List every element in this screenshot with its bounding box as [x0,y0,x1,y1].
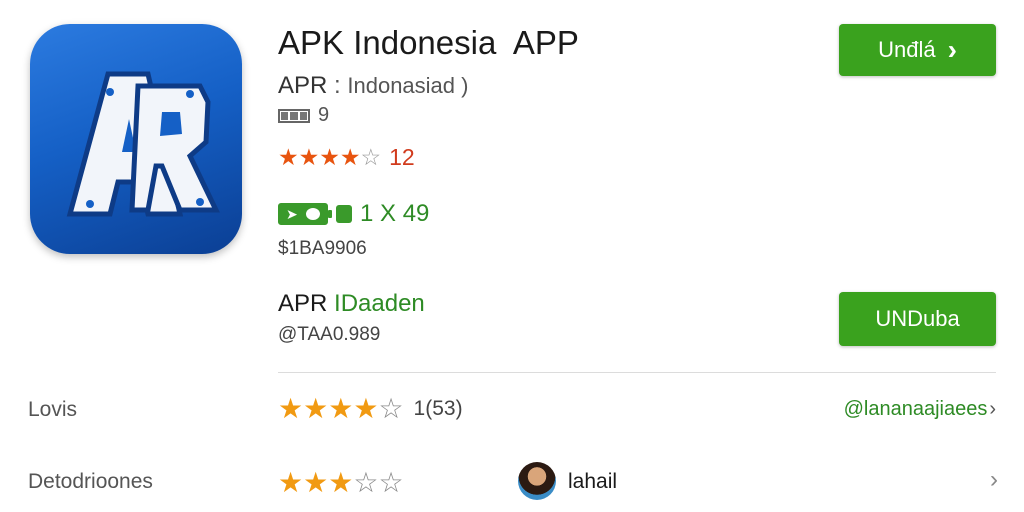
chevron-right-icon[interactable]: › [990,466,998,494]
star-empty-icon: ☆ [378,393,404,424]
star-full-icon: ★ [303,467,329,498]
rating-stars: ★ ★ ★ ★ ☆ [278,144,381,171]
star-full-icon: ★ [319,144,340,170]
download-button-label: UNDuba [875,306,960,331]
developer-name[interactable]: Indonasiad ) [347,73,468,98]
reviews-stars: ★ ★ ★ ★ ☆ 1(53) [278,392,463,425]
app-subtitle: APR : Indonasiad ) [278,72,468,100]
install-button[interactable]: Unđlá › [839,24,996,76]
user-avatar[interactable] [518,462,556,500]
battery-icon: ➤ [278,203,332,225]
rating-value: 12 [389,144,415,170]
star-full-icon: ★ [278,467,304,498]
price-row: $1BA9906 [278,238,367,260]
size-value: 9 [318,104,330,126]
install-button-label: Unđlá [878,37,936,62]
subtitle-prefix: APR [278,72,328,99]
star-full-icon: ★ [353,393,379,424]
row-label-details: Detodrioones [28,470,153,493]
star-empty-icon: ☆ [378,467,404,498]
app-detail-card: APK Indonesia APP APR : Indonasiad ) 9 ★… [0,0,1024,512]
secondary-title-green[interactable]: IDaaden [334,290,425,317]
secondary-subtitle: @TAA0.989 [278,324,381,345]
secondary-title: APR IDaaden [278,290,425,318]
divider [278,372,996,373]
chevron-right-icon: › [947,34,957,65]
details-stars: ★ ★ ★ ☆ ☆ [278,466,404,499]
star-full-icon: ★ [278,393,304,424]
star-full-icon: ★ [328,393,354,424]
app-logo-icon[interactable] [30,24,242,254]
chevron-right-icon: › [989,398,996,420]
reviews-count: 1(53) [413,396,463,420]
app-title: APK Indonesia APP [278,24,579,61]
star-empty-icon: ☆ [360,144,382,170]
star-full-icon: ★ [339,144,361,170]
subtitle-separator: : [334,72,341,99]
price-value: $1BA9906 [278,238,367,259]
rating-row: ★ ★ ★ ★ ☆ 12 [278,144,415,171]
storage-icon [278,108,310,123]
row-label-reviews: Lovis [28,398,78,421]
reviews-link[interactable]: @lananaajiaees › [844,398,996,421]
reviews-link-label: @lananaajiaees [843,398,988,420]
star-full-icon: ★ [303,393,329,424]
secondary-title-prefix: APR [278,290,328,317]
star-full-icon: ★ [278,144,299,170]
star-full-icon: ★ [298,144,320,170]
user-name[interactable]: lahail [568,470,617,494]
battery-small-icon [336,205,352,223]
star-empty-icon: ☆ [353,467,379,498]
battery-text: 1 X 49 [360,200,430,227]
size-row: 9 [278,104,329,127]
battery-row: ➤ 1 X 49 [278,200,429,228]
star-full-icon: ★ [328,467,354,498]
download-button[interactable]: UNDuba [839,292,996,346]
